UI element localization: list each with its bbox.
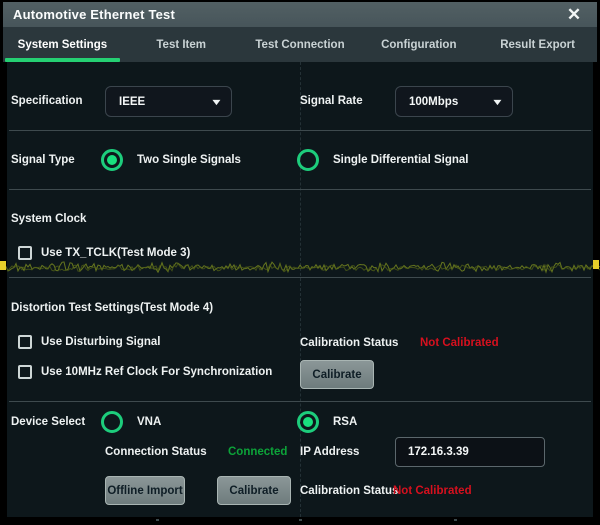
divider [9, 189, 591, 190]
specification-dropdown[interactable]: IEEE ▼ [105, 86, 232, 117]
chevron-down-icon: ▼ [210, 97, 223, 107]
tab-label: Test Item [156, 39, 206, 51]
distortion-cal-status-label: Calibration Status [300, 337, 398, 349]
radio-label: Single Differential Signal [333, 154, 468, 166]
checkbox-use-10mhz-ref-clock[interactable]: Use 10MHz Ref Clock For Synchronization [18, 365, 272, 379]
checkbox-label: Use Disturbing Signal [41, 336, 161, 348]
tab-result-export[interactable]: Result Export [478, 27, 597, 62]
tab-test-item[interactable]: Test Item [122, 27, 241, 62]
radio-icon [101, 411, 123, 433]
tab-label: Configuration [381, 39, 456, 51]
trigger-marker-right-icon [593, 260, 599, 269]
radio-rsa[interactable]: RSA [297, 411, 357, 433]
signal-type-label: Signal Type [11, 154, 75, 166]
radio-label: VNA [137, 416, 161, 428]
channel-marker-left-icon [0, 261, 6, 270]
device-cal-status-value: Not Calibrated [393, 485, 472, 497]
chevron-down-icon: ▼ [491, 97, 504, 107]
specification-label: Specification [11, 95, 83, 107]
device-calibrate-button[interactable]: Calibrate [217, 476, 291, 505]
tab-label: Test Connection [255, 39, 344, 51]
system-settings-panel: Specification IEEE ▼ Signal Rate 100Mbps… [7, 62, 593, 517]
offline-import-button[interactable]: Offline Import [105, 476, 185, 505]
signal-rate-label: Signal Rate [300, 95, 363, 107]
specification-value: IEEE [119, 96, 204, 108]
radio-icon [297, 149, 319, 171]
radio-icon [101, 149, 123, 171]
scope-noise-waveform [0, 256, 600, 278]
tab-label: System Settings [18, 39, 107, 51]
checkbox-icon [18, 365, 32, 379]
checkbox-use-disturbing-signal[interactable]: Use Disturbing Signal [18, 335, 161, 349]
tab-bar: System Settings Test Item Test Connectio… [3, 27, 597, 62]
divider [9, 401, 591, 402]
signal-rate-dropdown[interactable]: 100Mbps ▼ [395, 86, 513, 117]
distortion-calibrate-button[interactable]: Calibrate [300, 360, 374, 389]
distortion-title: Distortion Test Settings(Test Mode 4) [11, 302, 213, 314]
tab-configuration[interactable]: Configuration [359, 27, 478, 62]
radio-icon [297, 411, 319, 433]
connection-status-label: Connection Status [105, 446, 207, 458]
close-icon[interactable]: ✕ [561, 4, 587, 26]
radio-two-single-signals[interactable]: Two Single Signals [101, 149, 241, 171]
radio-label: Two Single Signals [137, 154, 241, 166]
ip-address-label: IP Address [300, 446, 359, 458]
system-clock-title: System Clock [11, 213, 86, 225]
title-bar: Automotive Ethernet Test ✕ [3, 2, 597, 27]
window-title: Automotive Ethernet Test [13, 7, 175, 22]
distortion-cal-status-value: Not Calibrated [420, 337, 499, 349]
tab-label: Result Export [500, 39, 575, 51]
radio-single-differential-signal[interactable]: Single Differential Signal [297, 149, 468, 171]
signal-rate-value: 100Mbps [409, 96, 485, 108]
tab-system-settings[interactable]: System Settings [3, 27, 122, 62]
checkbox-icon [18, 335, 32, 349]
device-select-label: Device Select [11, 416, 85, 428]
divider [9, 277, 591, 278]
graticule-tick [156, 519, 159, 521]
device-cal-status-label: Calibration Status [300, 485, 398, 497]
graticule-tick [299, 519, 302, 521]
connection-status-value: Connected [228, 446, 287, 458]
ip-address-input[interactable] [395, 437, 545, 467]
radio-vna[interactable]: VNA [101, 411, 161, 433]
checkbox-label: Use 10MHz Ref Clock For Synchronization [41, 366, 272, 378]
divider [9, 130, 591, 131]
automotive-ethernet-test-dialog: Automotive Ethernet Test ✕ System Settin… [0, 0, 600, 525]
graticule-tick [454, 519, 457, 521]
tab-test-connection[interactable]: Test Connection [241, 27, 360, 62]
radio-label: RSA [333, 416, 357, 428]
